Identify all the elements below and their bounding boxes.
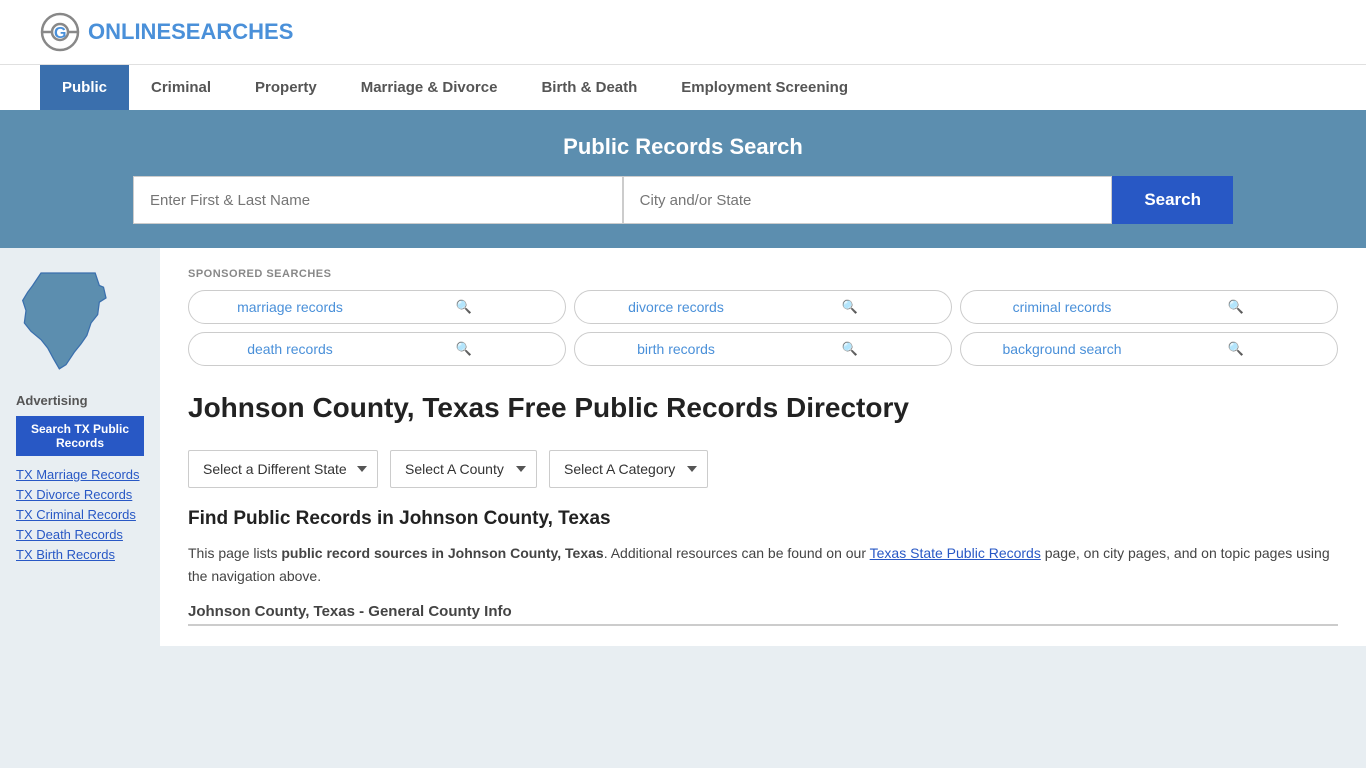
sponsored-tag-background[interactable]: background search 🔍 — [960, 332, 1338, 366]
sidebar-link-death[interactable]: TX Death Records — [16, 526, 144, 542]
texas-map — [16, 268, 144, 381]
category-select[interactable]: Select A Category — [549, 450, 708, 488]
nav-item-public[interactable]: Public — [40, 65, 129, 110]
logo-text: ONLINESEARCHES — [88, 19, 293, 45]
sidebar-link-criminal[interactable]: TX Criminal Records — [16, 506, 144, 522]
svg-text:G: G — [54, 25, 66, 42]
name-input[interactable] — [133, 176, 623, 224]
texas-state-link[interactable]: Texas State Public Records — [870, 545, 1041, 561]
sidebar-link-birth[interactable]: TX Birth Records — [16, 546, 144, 562]
main-wrapper: Advertising Search TX Public Records TX … — [0, 248, 1366, 646]
main-content: SPONSORED SEARCHES marriage records 🔍 di… — [160, 248, 1366, 646]
sidebar-link-divorce[interactable]: TX Divorce Records — [16, 486, 144, 502]
county-select[interactable]: Select A County — [390, 450, 537, 488]
logo-icon: G — [40, 12, 80, 52]
nav-item-marriage-divorce[interactable]: Marriage & Divorce — [339, 65, 520, 110]
search-icon-criminal: 🔍 — [1149, 299, 1323, 315]
logo[interactable]: G ONLINESEARCHES — [40, 12, 293, 52]
sidebar: Advertising Search TX Public Records TX … — [0, 248, 160, 646]
sponsored-label: SPONSORED SEARCHES — [188, 268, 1338, 280]
sidebar-links: TX Marriage Records TX Divorce Records T… — [16, 466, 144, 562]
search-icon-divorce: 🔍 — [763, 299, 937, 315]
nav-item-property[interactable]: Property — [233, 65, 339, 110]
page-title: Johnson County, Texas Free Public Record… — [188, 390, 909, 426]
advertising-label: Advertising — [16, 393, 144, 408]
nav-item-employment[interactable]: Employment Screening — [659, 65, 870, 110]
find-text: This page lists public record sources in… — [188, 542, 1338, 587]
sponsored-tag-criminal[interactable]: criminal records 🔍 — [960, 290, 1338, 324]
ad-banner[interactable]: Search TX Public Records — [16, 416, 144, 456]
search-icon-marriage: 🔍 — [377, 299, 551, 315]
sidebar-link-marriage[interactable]: TX Marriage Records — [16, 466, 144, 482]
dropdowns-row: Select a Different State Select A County… — [188, 450, 1338, 488]
sponsored-grid: marriage records 🔍 divorce records 🔍 cri… — [188, 290, 1338, 366]
sponsored-tag-divorce[interactable]: divorce records 🔍 — [574, 290, 952, 324]
find-heading: Find Public Records in Johnson County, T… — [188, 508, 1338, 530]
sponsored-tag-marriage[interactable]: marriage records 🔍 — [188, 290, 566, 324]
header: G ONLINESEARCHES — [0, 0, 1366, 64]
nav-item-birth-death[interactable]: Birth & Death — [519, 65, 659, 110]
nav-item-criminal[interactable]: Criminal — [129, 65, 233, 110]
hero-section: Public Records Search Search — [0, 110, 1366, 248]
search-icon-background: 🔍 — [1149, 341, 1323, 357]
state-select[interactable]: Select a Different State — [188, 450, 378, 488]
hero-title: Public Records Search — [40, 134, 1326, 160]
search-icon-birth: 🔍 — [763, 341, 937, 357]
general-info-title: Johnson County, Texas - General County I… — [188, 603, 1338, 626]
sponsored-tag-death[interactable]: death records 🔍 — [188, 332, 566, 366]
search-button[interactable]: Search — [1112, 176, 1233, 224]
location-input[interactable] — [623, 176, 1113, 224]
sponsored-tag-birth[interactable]: birth records 🔍 — [574, 332, 952, 366]
search-icon-death: 🔍 — [377, 341, 551, 357]
page-heading: Johnson County, Texas Free Public Record… — [188, 390, 1338, 426]
search-form: Search — [133, 176, 1233, 224]
main-nav: Public Criminal Property Marriage & Divo… — [0, 64, 1366, 110]
